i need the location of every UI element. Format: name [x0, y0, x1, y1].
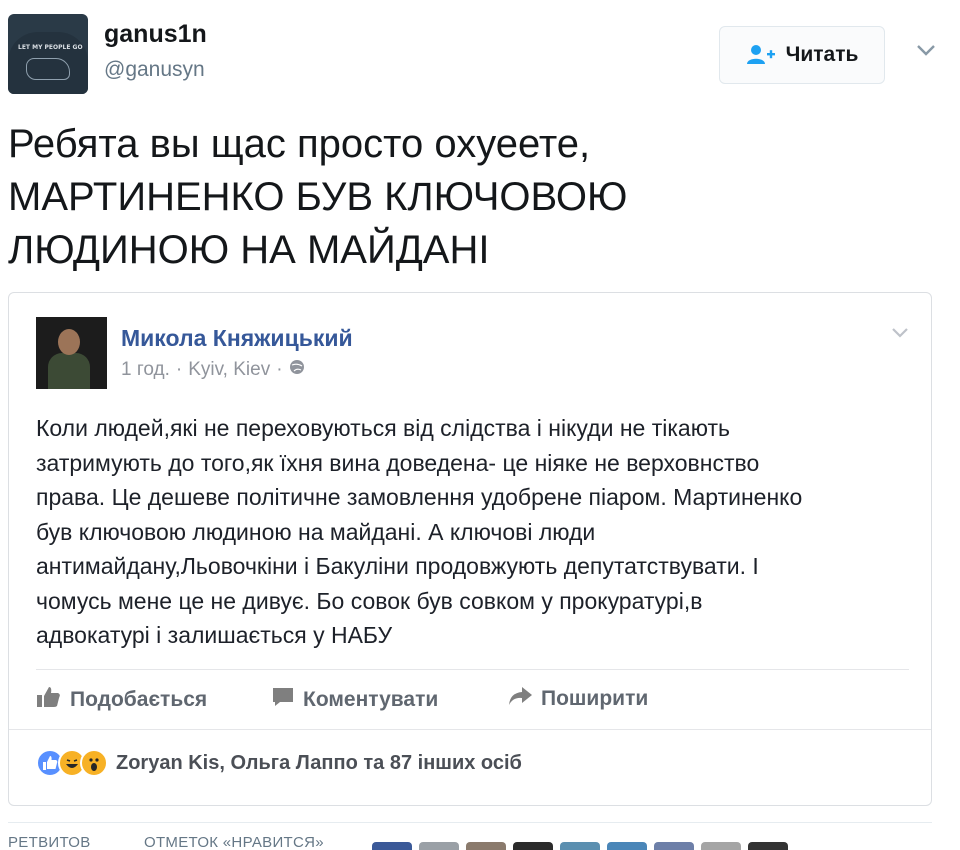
- liker-avatar[interactable]: [419, 842, 459, 850]
- tweet-header: LET MY PEOPLE GO ganus1n @ganusyn Читать: [8, 14, 952, 96]
- comment-bubble-icon: [271, 685, 295, 715]
- post-meta: 1 год. · Kyiv, Kiev ·: [121, 359, 305, 381]
- follow-button[interactable]: Читать: [719, 26, 885, 84]
- thumbs-up-icon: [36, 685, 62, 715]
- liker-avatar[interactable]: [748, 842, 788, 850]
- comment-label: Коментувати: [303, 688, 439, 711]
- liker-avatar[interactable]: [560, 842, 600, 850]
- post-author-name[interactable]: Микола Княжицький: [121, 325, 353, 352]
- meta-separator: ·: [175, 359, 183, 380]
- share-label: Поширити: [541, 687, 649, 710]
- stats-divider: [8, 822, 932, 823]
- follow-button-label: Читать: [785, 43, 859, 66]
- follow-person-plus-icon: [746, 44, 776, 66]
- share-arrow-icon: [507, 685, 533, 713]
- post-body-line: адвокатурі і залишається у НАБУ: [36, 622, 393, 648]
- post-time[interactable]: 1 год.: [121, 359, 170, 381]
- author-display-name[interactable]: ganus1n: [104, 20, 207, 49]
- post-body-line: був ключовою людиною на майдані. А ключо…: [36, 518, 596, 545]
- post-divider: [36, 669, 909, 670]
- share-button[interactable]: Поширити: [507, 685, 648, 713]
- avatar-head: [58, 329, 80, 355]
- post-body-line: Коли людей,які не переховуються від слід…: [36, 415, 730, 441]
- likers-avatars: [372, 842, 788, 850]
- post-location[interactable]: Kyiv, Kiev: [188, 359, 270, 381]
- post-actions: Подобається Коментувати Поширити: [36, 685, 909, 715]
- post-body-line: затримують до того,як їхня вина доведена…: [36, 449, 760, 476]
- tweet-text-line: МАРТИНЕНКО БУВ КЛЮЧОВОЮ: [8, 175, 628, 219]
- tweet-text: Ребята вы щас просто охуеете, МАРТИНЕНКО…: [8, 118, 908, 277]
- post-body-line: антимайдану,Льовочкіни і Бакуліни продов…: [36, 553, 759, 579]
- meta-separator: ·: [276, 359, 283, 380]
- post-body-line: права. Це дешеве політичне замовлення уд…: [36, 484, 803, 510]
- liker-avatar[interactable]: [654, 842, 694, 850]
- reactions-names: Zoryan Kis, Ольга Лаппо та 87 інших осіб: [116, 751, 522, 774]
- post-body-line: чомусь мене це не дивує. Бо совок був со…: [36, 587, 703, 614]
- likes-label[interactable]: ОТМЕТОК «НРАВИТСЯ»: [144, 834, 324, 850]
- post-author-avatar[interactable]: [36, 317, 107, 389]
- tweet-stats: РЕТВИТОВ ОТМЕТОК «НРАВИТСЯ»: [8, 822, 952, 850]
- liker-avatar[interactable]: [466, 842, 506, 850]
- liker-avatar[interactable]: [607, 842, 647, 850]
- embedded-facebook-post[interactable]: Микола Княжицький 1 год. · Kyiv, Kiev · …: [8, 292, 932, 806]
- globe-icon: [289, 359, 305, 381]
- reactions-divider: [9, 729, 931, 730]
- author-avatar[interactable]: LET MY PEOPLE GO: [8, 14, 88, 94]
- liker-avatar[interactable]: [513, 842, 553, 850]
- like-button[interactable]: Подобається: [36, 685, 207, 715]
- liker-avatar[interactable]: [701, 842, 741, 850]
- tweet-text-line: ЛЮДИНОЮ НА МАЙДАНІ: [8, 228, 490, 272]
- tweet-text-line: Ребята вы щас просто охуеете,: [8, 122, 591, 166]
- author-handle[interactable]: @ganusyn: [104, 58, 205, 82]
- post-body: Коли людей,які не переховуються від слід…: [36, 411, 896, 653]
- wow-reaction-icon: [80, 749, 108, 777]
- avatar-body: [48, 353, 90, 389]
- avatar-map-graphic: [26, 58, 70, 80]
- post-menu-chevron-down-icon[interactable]: [889, 321, 911, 343]
- comment-button[interactable]: Коментувати: [271, 685, 438, 715]
- liker-avatar[interactable]: [372, 842, 412, 850]
- reactions-summary[interactable]: Zoryan Kis, Ольга Лаппо та 87 інших осіб: [36, 749, 522, 777]
- tweet-menu-chevron-down-icon[interactable]: [914, 38, 938, 62]
- like-label: Подобається: [70, 688, 208, 711]
- avatar-caption: LET MY PEOPLE GO: [18, 44, 83, 51]
- retweets-label[interactable]: РЕТВИТОВ: [8, 834, 91, 850]
